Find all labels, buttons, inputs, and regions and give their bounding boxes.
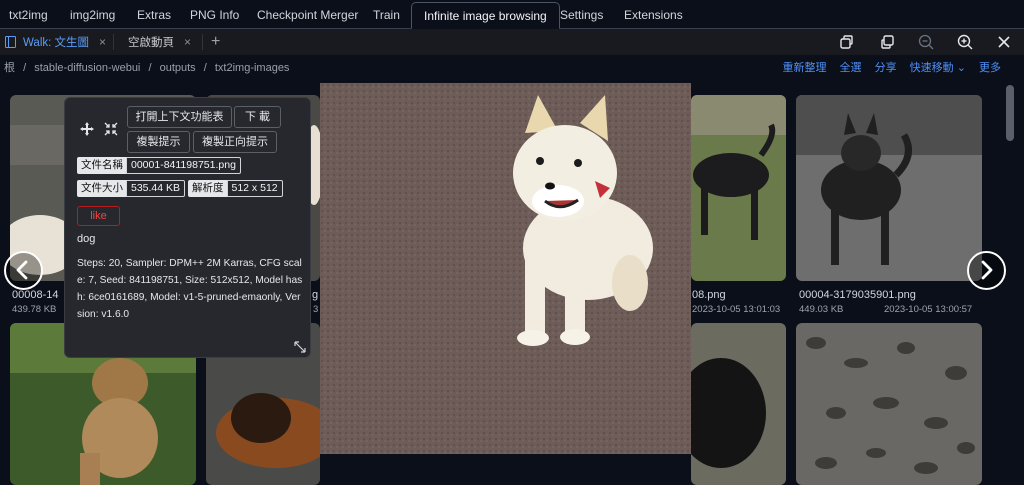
- prompt-text: dog: [77, 233, 96, 245]
- copy-prompt-button[interactable]: 複製提示: [127, 131, 190, 153]
- add-tab-button[interactable]: +: [211, 29, 220, 55]
- tab-extensions[interactable]: Extensions: [624, 2, 683, 29]
- tab-txt2img[interactable]: txt2img: [9, 2, 48, 29]
- tab-divider: [202, 34, 203, 50]
- refresh-link[interactable]: 重新整理: [782, 62, 826, 74]
- next-image-button[interactable]: [967, 251, 1006, 290]
- breadcrumb-sep: /: [23, 62, 27, 74]
- file-tab-empty-start[interactable]: 空啟動頁 ×: [128, 29, 191, 55]
- share-link[interactable]: 分享: [875, 62, 897, 74]
- breadcrumb: 根 / stable-diffusion-webui / outputs / t…: [4, 59, 290, 74]
- tab-train[interactable]: Train: [373, 2, 400, 29]
- tab-png-info[interactable]: PNG Info: [190, 2, 239, 29]
- breadcrumb-txt2img-images[interactable]: txt2img-images: [215, 62, 290, 74]
- select-all-link[interactable]: 全選: [840, 62, 862, 74]
- restore-icon[interactable]: [878, 33, 896, 51]
- image-info-panel: 打開上下文功能表 下 載 複製提示 複製正向提示 文件名稱 00001-84119…: [64, 97, 311, 358]
- tab-extras[interactable]: Extras: [137, 2, 171, 29]
- tab-settings[interactable]: Settings: [560, 2, 603, 29]
- filesize-value: 535.44 KB: [126, 180, 186, 197]
- top-tab-bar: txt2img img2img Extras PNG Info Checkpoi…: [0, 0, 1024, 29]
- chevron-left-icon: [16, 260, 28, 280]
- thumbnail-4[interactable]: [691, 95, 786, 281]
- scrollbar-thumb[interactable]: [1006, 85, 1014, 141]
- thumbnail-10[interactable]: [796, 323, 982, 485]
- thumbnail-4-date: 2023-10-05 13:01:03: [692, 304, 781, 315]
- thumbnail-5-name: 00004-3179035901.png: [799, 289, 916, 301]
- thumbnail-2-name-fragment: g: [312, 289, 319, 301]
- close-tab-icon[interactable]: ×: [184, 35, 191, 49]
- resolution-key: 解析度: [188, 180, 228, 197]
- thumbnail-2-size-fragment: 3: [313, 304, 319, 315]
- like-button[interactable]: like: [77, 206, 120, 226]
- close-tab-icon[interactable]: ×: [99, 35, 106, 49]
- action-links: 重新整理 全選 分享 快速移動 ⌄ 更多: [772, 59, 1001, 75]
- preview-image[interactable]: [320, 83, 691, 454]
- move-icon[interactable]: [80, 122, 94, 136]
- filename-value: 00001-841198751.png: [126, 157, 241, 174]
- breadcrumb-webui[interactable]: stable-diffusion-webui: [34, 62, 140, 74]
- file-tab-empty-label: 空啟動頁: [128, 37, 174, 49]
- tab-divider: [113, 34, 114, 50]
- tab-checkpoint-merger[interactable]: Checkpoint Merger: [257, 2, 358, 29]
- thumbnail-5-size: 449.03 KB: [799, 304, 844, 315]
- file-tab-walk-label: Walk: 文生圖: [23, 37, 90, 49]
- filename-key: 文件名稱: [77, 157, 127, 174]
- tile-icon[interactable]: [838, 33, 856, 51]
- prev-image-button[interactable]: [4, 251, 43, 290]
- tab-img2img[interactable]: img2img: [70, 2, 115, 29]
- more-link[interactable]: 更多: [979, 62, 1001, 74]
- close-icon[interactable]: [995, 33, 1013, 51]
- file-tab-bar: Walk: 文生圖 × 空啟動頁 × +: [0, 29, 1024, 55]
- filesize-tag: 文件大小 535.44 KB: [77, 180, 186, 197]
- filename-tag: 文件名稱 00001-841198751.png: [77, 157, 241, 174]
- resolution-value: 512 x 512: [226, 180, 283, 197]
- thumbnail-5-date: 2023-10-05 13:00:57: [884, 304, 973, 315]
- file-tab-walk[interactable]: Walk: 文生圖 ×: [23, 29, 106, 55]
- tab-infinite-image-browsing[interactable]: Infinite image browsing: [411, 2, 560, 29]
- zoom-out-icon[interactable]: [917, 33, 935, 51]
- copy-positive-prompt-button[interactable]: 複製正向提示: [193, 131, 277, 153]
- thumbnail-1-name: 00008-14: [12, 289, 59, 301]
- resize-handle-icon[interactable]: [294, 341, 306, 353]
- thumbnail-4-name: 08.png: [692, 289, 726, 301]
- collapse-icon[interactable]: [104, 122, 118, 136]
- breadcrumb-root[interactable]: 根: [4, 62, 15, 74]
- quick-move-link[interactable]: 快速移動 ⌄: [910, 62, 966, 74]
- download-button[interactable]: 下 載: [234, 106, 281, 128]
- breadcrumb-sep: /: [203, 62, 207, 74]
- resolution-tag: 解析度 512 x 512: [188, 180, 283, 197]
- filesize-key: 文件大小: [77, 180, 127, 197]
- open-context-menu-button[interactable]: 打開上下文功能表: [127, 106, 232, 128]
- zoom-in-icon[interactable]: [956, 33, 974, 51]
- chevron-right-icon: [981, 260, 993, 280]
- breadcrumb-outputs[interactable]: outputs: [160, 62, 196, 74]
- breadcrumb-sep: /: [148, 62, 152, 74]
- sidebar-toggle-icon[interactable]: [5, 36, 16, 48]
- thumbnail-1-size: 439.78 KB: [12, 304, 57, 315]
- generation-params: Steps: 20, Sampler: DPM++ 2M Karras, CFG…: [77, 258, 303, 320]
- thumbnail-5[interactable]: [796, 95, 982, 281]
- thumbnail-9[interactable]: [691, 323, 786, 485]
